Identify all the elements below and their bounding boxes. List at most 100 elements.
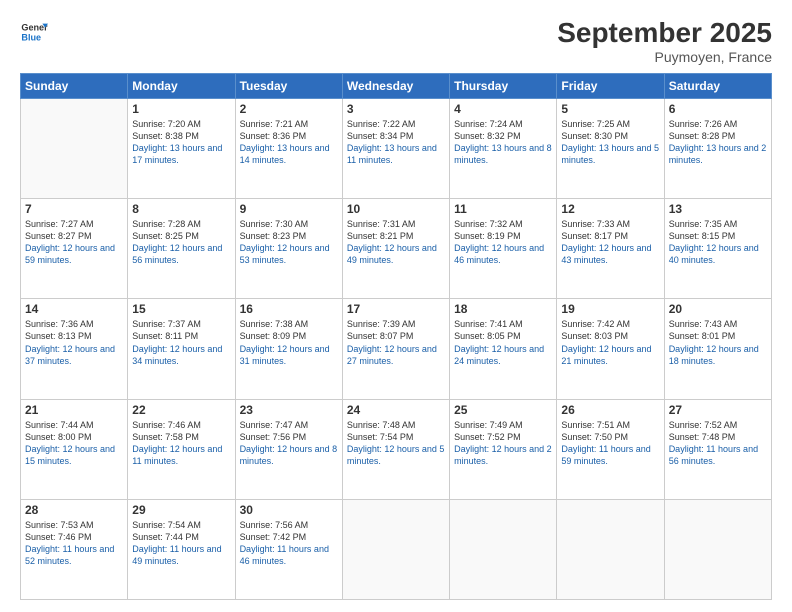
cell-content: Sunrise: 7:37 AMSunset: 8:11 PMDaylight:… [132,318,230,367]
day-of-week-header: Wednesday [342,73,449,98]
day-number: 28 [25,503,123,517]
sunset-text: Sunset: 8:13 PM [25,330,123,342]
daylight-text: Daylight: 12 hours and 18 minutes. [669,343,767,367]
sunrise-text: Sunrise: 7:42 AM [561,318,659,330]
daylight-text: Daylight: 13 hours and 11 minutes. [347,142,445,166]
calendar-cell: 6Sunrise: 7:26 AMSunset: 8:28 PMDaylight… [664,98,771,198]
calendar-cell [450,499,557,599]
daylight-text: Daylight: 12 hours and 34 minutes. [132,343,230,367]
daylight-text: Daylight: 13 hours and 2 minutes. [669,142,767,166]
sunrise-text: Sunrise: 7:25 AM [561,118,659,130]
day-number: 11 [454,202,552,216]
sunrise-text: Sunrise: 7:28 AM [132,218,230,230]
cell-content: Sunrise: 7:56 AMSunset: 7:42 PMDaylight:… [240,519,338,568]
sunrise-text: Sunrise: 7:44 AM [25,419,123,431]
calendar-cell: 4Sunrise: 7:24 AMSunset: 8:32 PMDaylight… [450,98,557,198]
day-number: 18 [454,302,552,316]
sunrise-text: Sunrise: 7:27 AM [25,218,123,230]
cell-content: Sunrise: 7:54 AMSunset: 7:44 PMDaylight:… [132,519,230,568]
calendar-cell: 21Sunrise: 7:44 AMSunset: 8:00 PMDayligh… [21,399,128,499]
daylight-text: Daylight: 12 hours and 27 minutes. [347,343,445,367]
day-number: 3 [347,102,445,116]
day-number: 8 [132,202,230,216]
calendar-cell: 27 Sunrise: 7:52 AMSunset: 7:48 PMDayligh… [664,399,771,499]
cell-content: Sunrise: 7:53 AMSunset: 7:46 PMDaylight:… [25,519,123,568]
calendar-header-row: SundayMondayTuesdayWednesdayThursdayFrid… [21,73,772,98]
daylight-text: Daylight: 12 hours and 49 minutes. [347,242,445,266]
sunset-text: Sunset: 8:34 PM [347,130,445,142]
sunset-text: Sunset: 8:23 PM [240,230,338,242]
cell-content: Sunrise: 7:28 AMSunset: 8:25 PMDaylight:… [132,218,230,267]
cell-content: Sunrise: 7:24 AMSunset: 8:32 PMDaylight:… [454,118,552,167]
sunset-text: Sunset: 8:15 PM [669,230,767,242]
calendar-cell: 15Sunrise: 7:37 AMSunset: 8:11 PMDayligh… [128,299,235,399]
day-number: 10 [347,202,445,216]
sunrise-text: Sunrise: 7:47 AM [240,419,338,431]
cell-content: Sunrise: 7:43 AMSunset: 8:01 PMDaylight:… [669,318,767,367]
calendar-cell: 11Sunrise: 7:32 AMSunset: 8:19 PMDayligh… [450,199,557,299]
sunrise-text: Sunrise: 7:22 AM [347,118,445,130]
day-of-week-header: Saturday [664,73,771,98]
sunrise-text: Sunrise: 7:33 AM [561,218,659,230]
day-number: 2 [240,102,338,116]
sunset-text: Sunset: 8:19 PM [454,230,552,242]
day-number: 29 [132,503,230,517]
sunrise-text: Sunrise: 7:36 AM [25,318,123,330]
calendar-page: General Blue September 2025 Puymoyen, Fr… [0,0,792,612]
sunrise-text: Sunrise: 7:38 AM [240,318,338,330]
sunrise-text: Sunrise: 7:46 AM [132,419,230,431]
day-number: 16 [240,302,338,316]
cell-content: Sunrise: 7:48 AMSunset: 7:54 PMDaylight:… [347,419,445,468]
cell-content: Sunrise: 7:25 AMSunset: 8:30 PMDaylight:… [561,118,659,167]
day-number: 20 [669,302,767,316]
calendar-cell: 25Sunrise: 7:49 AMSunset: 7:52 PMDayligh… [450,399,557,499]
sunset-text: Sunset: 7:58 PM [132,431,230,443]
daylight-text: Daylight: 13 hours and 8 minutes. [454,142,552,166]
sunrise-text: Sunrise: 7:52 AM [669,419,767,431]
cell-content: Sunrise: 7:36 AMSunset: 8:13 PMDaylight:… [25,318,123,367]
day-number: 13 [669,202,767,216]
day-number: 27 [669,403,767,417]
cell-content: Sunrise: 7:22 AMSunset: 8:34 PMDaylight:… [347,118,445,167]
sunrise-text: Sunrise: 7:51 AM [561,419,659,431]
cell-content: Sunrise: 7:38 AMSunset: 8:09 PMDaylight:… [240,318,338,367]
day-number: 9 [240,202,338,216]
sunset-text: Sunset: 7:54 PM [347,431,445,443]
daylight-text: Daylight: 12 hours and 31 minutes. [240,343,338,367]
daylight-text: Daylight: 11 hours and 49 minutes. [132,543,230,567]
daylight-text: Daylight: 11 hours and 56 minutes. [669,443,767,467]
sunrise-text: Sunrise: 7:48 AM [347,419,445,431]
sunrise-text: Sunrise: 7:24 AM [454,118,552,130]
calendar-cell: 18Sunrise: 7:41 AMSunset: 8:05 PMDayligh… [450,299,557,399]
daylight-text: Daylight: 11 hours and 59 minutes. [561,443,659,467]
sunset-text: Sunset: 8:03 PM [561,330,659,342]
calendar-week-row: 21Sunrise: 7:44 AMSunset: 8:00 PMDayligh… [21,399,772,499]
sunrise-text: Sunrise: 7:56 AM [240,519,338,531]
daylight-text: Daylight: 12 hours and 53 minutes. [240,242,338,266]
sunrise-text: Sunrise: 7:54 AM [132,519,230,531]
daylight-text: Daylight: 12 hours and 24 minutes. [454,343,552,367]
calendar-cell: 10Sunrise: 7:31 AMSunset: 8:21 PMDayligh… [342,199,449,299]
cell-content: Sunrise: 7:21 AMSunset: 8:36 PMDaylight:… [240,118,338,167]
daylight-text: Daylight: 12 hours and 37 minutes. [25,343,123,367]
daylight-text: Daylight: 12 hours and 46 minutes. [454,242,552,266]
sunrise-text: Sunrise: 7:26 AM [669,118,767,130]
day-of-week-header: Sunday [21,73,128,98]
calendar-week-row: 14Sunrise: 7:36 AMSunset: 8:13 PMDayligh… [21,299,772,399]
sunrise-text: Sunrise: 7:31 AM [347,218,445,230]
calendar-week-row: 28 Sunrise: 7:53 AMSunset: 7:46 PMDayligh… [21,499,772,599]
calendar-cell: 3 Sunrise: 7:22 AMSunset: 8:34 PMDaylight… [342,98,449,198]
day-number: 23 [240,403,338,417]
sunrise-text: Sunrise: 7:21 AM [240,118,338,130]
sunrise-text: Sunrise: 7:41 AM [454,318,552,330]
calendar-cell: 20 Sunrise: 7:43 AMSunset: 8:01 PMDayligh… [664,299,771,399]
logo-icon: General Blue [20,18,48,46]
calendar-week-row: 7Sunrise: 7:27 AMSunset: 8:27 PMDaylight… [21,199,772,299]
daylight-text: Daylight: 12 hours and 2 minutes. [454,443,552,467]
sunrise-text: Sunrise: 7:37 AM [132,318,230,330]
day-number: 19 [561,302,659,316]
sunset-text: Sunset: 7:48 PM [669,431,767,443]
sunrise-text: Sunrise: 7:49 AM [454,419,552,431]
calendar-cell: 14Sunrise: 7:36 AMSunset: 8:13 PMDayligh… [21,299,128,399]
day-number: 5 [561,102,659,116]
